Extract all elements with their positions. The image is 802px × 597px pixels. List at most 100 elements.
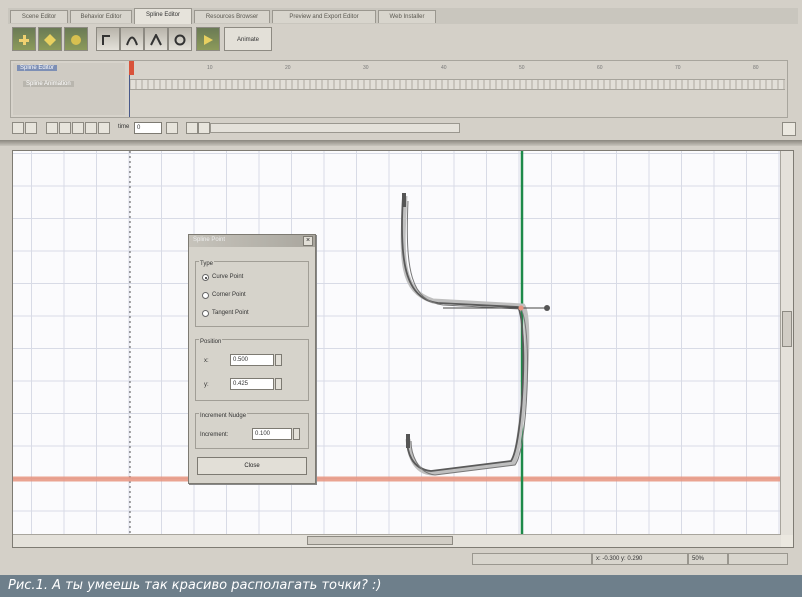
status-cell-extra [728, 553, 788, 565]
spline-canvas[interactable] [12, 150, 794, 548]
play-back-button[interactable] [59, 122, 71, 134]
tab-web-installer[interactable]: Web Installer [378, 10, 436, 23]
ruler-tick: 50 [519, 65, 525, 71]
loop-icon [174, 33, 186, 46]
ruler-tick: 40 [441, 65, 447, 71]
cursor-coordinates: x: -0.300 y: 0.290 [592, 553, 688, 565]
curve-point-radio[interactable] [202, 274, 209, 281]
spline-shadow [400, 195, 530, 476]
nudge-group: Increment Nudge Increment: 0.100 [195, 413, 309, 449]
tab-preview-export[interactable]: Preview and Export Editor [272, 10, 376, 23]
timeline: Spline Editor Spline Animation 0 10 20 3… [10, 60, 788, 118]
corner-point-label: Corner Point [212, 292, 246, 298]
canvas-vertical-scrollbar[interactable] [780, 151, 793, 537]
x-position-spinner[interactable] [275, 354, 282, 366]
time-label: time [118, 124, 130, 130]
loop-button[interactable] [168, 27, 192, 51]
end-point [406, 434, 410, 448]
zoom-in-button[interactable] [198, 122, 210, 134]
dialog-close-button[interactable]: × [303, 236, 313, 246]
toolbar: Animate [8, 24, 798, 58]
tab-bar: Scene Editor Behavior Editor Spline Edit… [8, 8, 798, 25]
spline-curve-outline [406, 200, 529, 476]
playback-controls: time 0 [10, 120, 798, 138]
figure-caption-bar: Рис.1. А ты умеешь так красиво располага… [0, 575, 802, 597]
play-forward-button[interactable] [72, 122, 84, 134]
figure-caption: Рис.1. А ты умеешь так красиво располага… [8, 578, 382, 593]
delete-point-button[interactable] [64, 27, 88, 51]
ruler-tick: 10 [207, 65, 213, 71]
tangent-button[interactable] [144, 27, 168, 51]
type-group: Type Curve Point Corner Point Tangent Po… [195, 261, 309, 327]
y-label: y: [204, 382, 209, 388]
dialog-title: Spline Point [193, 237, 226, 243]
zoom-level: 50% [688, 553, 728, 565]
nudge-spinner[interactable] [293, 428, 300, 440]
position-group: Position x: 0.500 y: 0.425 [195, 339, 309, 401]
window-bottom-frame [0, 566, 802, 575]
tab-resources-browser[interactable]: Resources Browser [194, 10, 270, 23]
panel-splitter[interactable] [0, 140, 802, 146]
tab-scene-editor[interactable]: Scene Editor [10, 10, 68, 23]
canvas-horizontal-scrollbar[interactable] [13, 534, 781, 547]
close-icon: × [305, 237, 311, 244]
timeline-track[interactable] [129, 79, 785, 90]
dialog-titlebar[interactable]: Spline Point × [189, 235, 315, 247]
delete-point-icon [70, 33, 82, 45]
status-cell-empty [472, 553, 592, 565]
ruler-tick: 20 [285, 65, 291, 71]
move-point-icon [44, 33, 56, 46]
ruler-tick: 30 [363, 65, 369, 71]
horizontal-scroll-thumb[interactable] [307, 536, 453, 545]
prev-key-button[interactable] [46, 122, 58, 134]
corner-point-radio[interactable] [202, 292, 209, 299]
nudge-input[interactable]: 0.100 [252, 428, 292, 440]
timeline-track-label[interactable]: Spline Editor [17, 65, 58, 71]
go-end-button[interactable] [98, 122, 110, 134]
ruler-tick: 60 [597, 65, 603, 71]
time-input[interactable]: 0 [134, 122, 162, 134]
spline-point-dialog: Spline Point × Type Curve Point Corner P… [188, 234, 316, 484]
add-point-button[interactable] [12, 27, 36, 51]
timeline-scrollbar[interactable] [210, 123, 460, 133]
animate-button[interactable]: Animate [224, 27, 272, 51]
vertical-scroll-thumb[interactable] [782, 311, 792, 347]
y-position-spinner[interactable] [275, 378, 282, 390]
tab-spline-editor[interactable]: Spline Editor [134, 8, 192, 24]
timeline-playhead[interactable] [129, 61, 134, 75]
play-button[interactable] [196, 27, 220, 51]
status-bar: x: -0.300 y: 0.290 50% [8, 552, 798, 566]
tangent-point-label: Tangent Point [212, 310, 249, 316]
resize-grip-icon[interactable] [782, 122, 796, 136]
tangent-point-radio[interactable] [202, 310, 209, 317]
go-start-button[interactable] [12, 122, 24, 134]
play-icon [202, 33, 214, 45]
spline-curve [401, 195, 525, 472]
nudge-label: Increment: [200, 432, 229, 438]
nudge-group-label: Increment Nudge [199, 413, 248, 419]
ruler-tick: 70 [675, 65, 681, 71]
close-button[interactable]: Close [197, 457, 307, 475]
tangent-icon [150, 32, 162, 46]
x-position-input[interactable]: 0.500 [230, 354, 274, 366]
canvas-overlay [13, 151, 781, 537]
time-spin-button[interactable] [166, 122, 178, 134]
tab-behavior-editor[interactable]: Behavior Editor [70, 10, 132, 23]
spline-shape-icon [126, 33, 138, 46]
timeline-subtrack-label[interactable]: Spline Animation [23, 81, 74, 87]
move-point-button[interactable] [38, 27, 62, 51]
timeline-track-list: Spline Editor Spline Animation [13, 63, 125, 115]
curve-tool-icon [102, 33, 114, 45]
tangent-handle-point [544, 305, 550, 311]
curve-tool-button[interactable] [96, 27, 120, 51]
spline-shape-button[interactable] [120, 27, 144, 51]
next-key-button[interactable] [85, 122, 97, 134]
step-back-button[interactable] [25, 122, 37, 134]
position-group-label: Position [199, 339, 223, 345]
curve-point-label: Curve Point [212, 274, 244, 280]
scroll-corner [781, 535, 793, 547]
zoom-out-button[interactable] [186, 122, 198, 134]
y-position-input[interactable]: 0.425 [230, 378, 274, 390]
type-group-label: Type [199, 261, 215, 267]
x-label: x: [204, 358, 209, 364]
